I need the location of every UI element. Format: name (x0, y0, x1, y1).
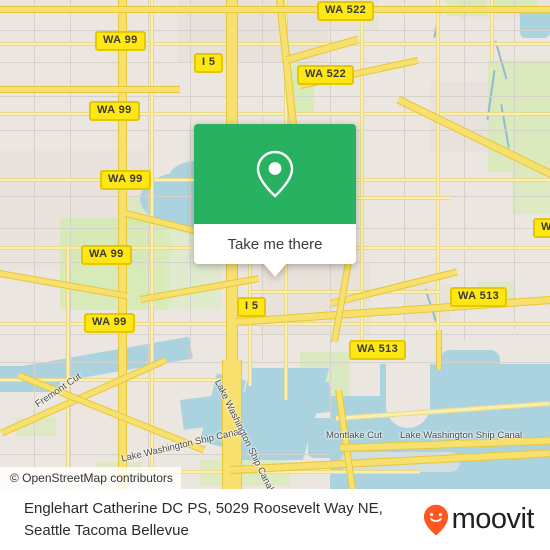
highway-shield: WA 99 (89, 101, 140, 121)
map-attribution[interactable]: © OpenStreetMap contributors (0, 467, 181, 489)
highway-shield: WA 522 (317, 1, 375, 21)
highway-shield: WA 513 (450, 287, 508, 307)
highway-shield: WA (533, 218, 550, 238)
place-address-line2: Seattle Tacoma Bellevue (24, 521, 189, 539)
highway-shield: WA 99 (95, 31, 146, 51)
take-me-there-label: Take me there (227, 235, 323, 253)
highway-shield: WA 99 (81, 245, 132, 265)
take-me-there-button[interactable]: Take me there (194, 224, 356, 264)
highway-shield: WA 522 (297, 65, 355, 85)
footer-bar: Englehart Catherine DC PS, 5029 Roosevel… (0, 489, 550, 550)
moovit-logo[interactable]: moovit (423, 503, 535, 536)
highway-shield: I 5 (194, 53, 224, 73)
map-pin-icon (252, 148, 298, 200)
highway-shield: WA 513 (349, 340, 407, 360)
map-callout-card[interactable]: Take me there (194, 124, 356, 277)
highway-shield: WA 99 (84, 313, 135, 333)
moovit-wordmark: moovit (451, 503, 535, 535)
screenshot-root: Fremont Cut Lake Washington Ship Canal L… (0, 0, 550, 550)
callout-pointer (264, 264, 286, 277)
highway-shield: I 5 (237, 297, 267, 317)
place-address-line1: Englehart Catherine DC PS, 5029 Roosevel… (24, 499, 383, 517)
moovit-smiley-pin-icon (423, 504, 449, 536)
highway-shield: WA 99 (100, 170, 151, 190)
place-address: Englehart Catherine DC PS, 5029 Roosevel… (24, 498, 383, 542)
callout-pin-area (194, 124, 356, 224)
